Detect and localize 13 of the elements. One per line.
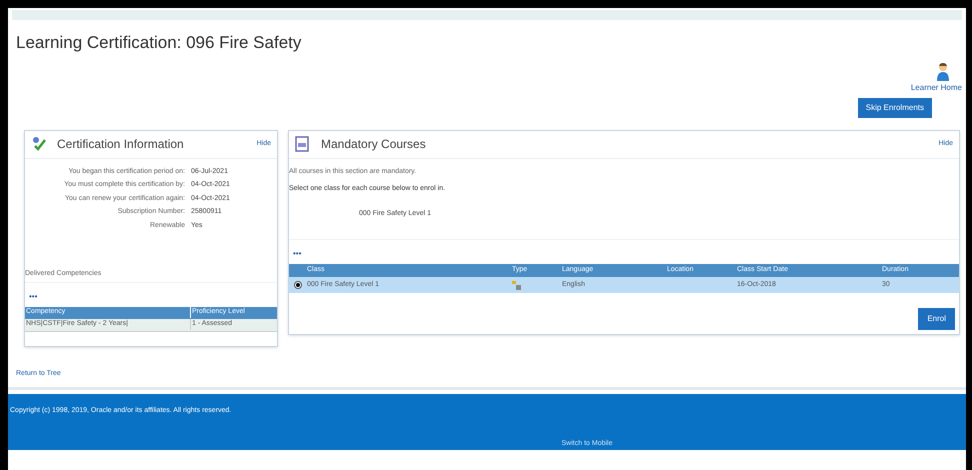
person-check-icon [31,136,47,152]
radio-button[interactable] [294,281,302,289]
panel-title: Mandatory Courses [321,136,426,153]
page-title: Learning Certification: 096 Fire Safety [16,32,302,54]
learner-home-link[interactable]: Learner Home [910,82,962,94]
more-options[interactable]: ••• [293,249,302,258]
classroom-icon [512,280,522,290]
enrol-button[interactable]: Enrol [918,308,955,330]
panel-title: Certification Information [57,136,184,153]
person-icon [936,62,950,82]
more-options[interactable]: ••• [29,292,38,300]
skip-enrolments-button[interactable]: Skip Enrolments [858,98,932,118]
document-icon [295,136,309,152]
